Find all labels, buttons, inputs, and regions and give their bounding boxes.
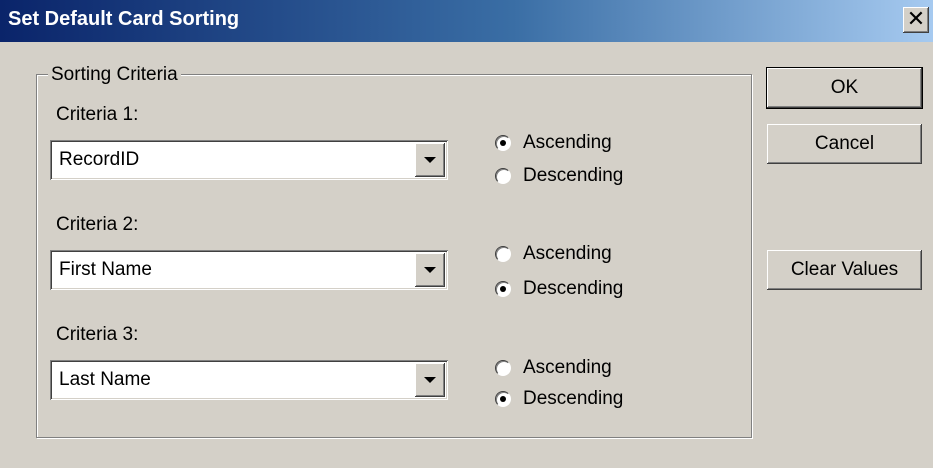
criteria-2-descending-radio[interactable]: Descending — [495, 277, 623, 301]
radio-icon[interactable] — [495, 360, 511, 376]
descending-label: Descending — [523, 278, 624, 299]
criteria-3-ascending-radio[interactable]: Ascending — [495, 356, 612, 380]
chevron-down-icon[interactable] — [415, 363, 445, 397]
radio-icon[interactable] — [495, 281, 511, 297]
criteria-2-select[interactable]: First Name — [50, 250, 448, 290]
criteria-3-descending-radio[interactable]: Descending — [495, 387, 623, 411]
cancel-button[interactable]: Cancel — [767, 124, 922, 164]
criteria-3-label: Criteria 3: — [56, 324, 139, 345]
criteria-2-ascending-radio[interactable]: Ascending — [495, 242, 612, 266]
radio-icon[interactable] — [495, 135, 511, 151]
criteria-1-select[interactable]: RecordID — [50, 140, 448, 180]
descending-label: Descending — [523, 165, 624, 186]
clear-values-button[interactable]: Clear Values — [767, 250, 922, 290]
descending-label: Descending — [523, 388, 624, 409]
ascending-label: Ascending — [523, 243, 612, 264]
chevron-down-icon[interactable] — [415, 253, 445, 287]
radio-icon[interactable] — [495, 391, 511, 407]
criteria-1-descending-radio[interactable]: Descending — [495, 164, 623, 188]
radio-icon[interactable] — [495, 246, 511, 262]
criteria-1-value: RecordID — [59, 149, 140, 170]
window-title: Set Default Card Sorting — [8, 8, 240, 30]
criteria-1-ascending-radio[interactable]: Ascending — [495, 131, 612, 155]
title-bar: Set Default Card Sorting ✕ — [0, 0, 933, 42]
criteria-2-label: Criteria 2: — [56, 214, 139, 235]
criteria-3-select[interactable]: Last Name — [50, 360, 448, 400]
criteria-1-label: Criteria 1: — [56, 104, 139, 125]
chevron-down-icon[interactable] — [415, 143, 445, 177]
ascending-label: Ascending — [523, 357, 612, 378]
radio-icon[interactable] — [495, 168, 511, 184]
criteria-2-value: First Name — [59, 259, 152, 280]
criteria-3-value: Last Name — [59, 369, 151, 390]
close-icon[interactable]: ✕ — [903, 7, 929, 33]
ok-button[interactable]: OK — [766, 67, 923, 109]
ascending-label: Ascending — [523, 132, 612, 153]
group-legend: Sorting Criteria — [48, 64, 181, 86]
